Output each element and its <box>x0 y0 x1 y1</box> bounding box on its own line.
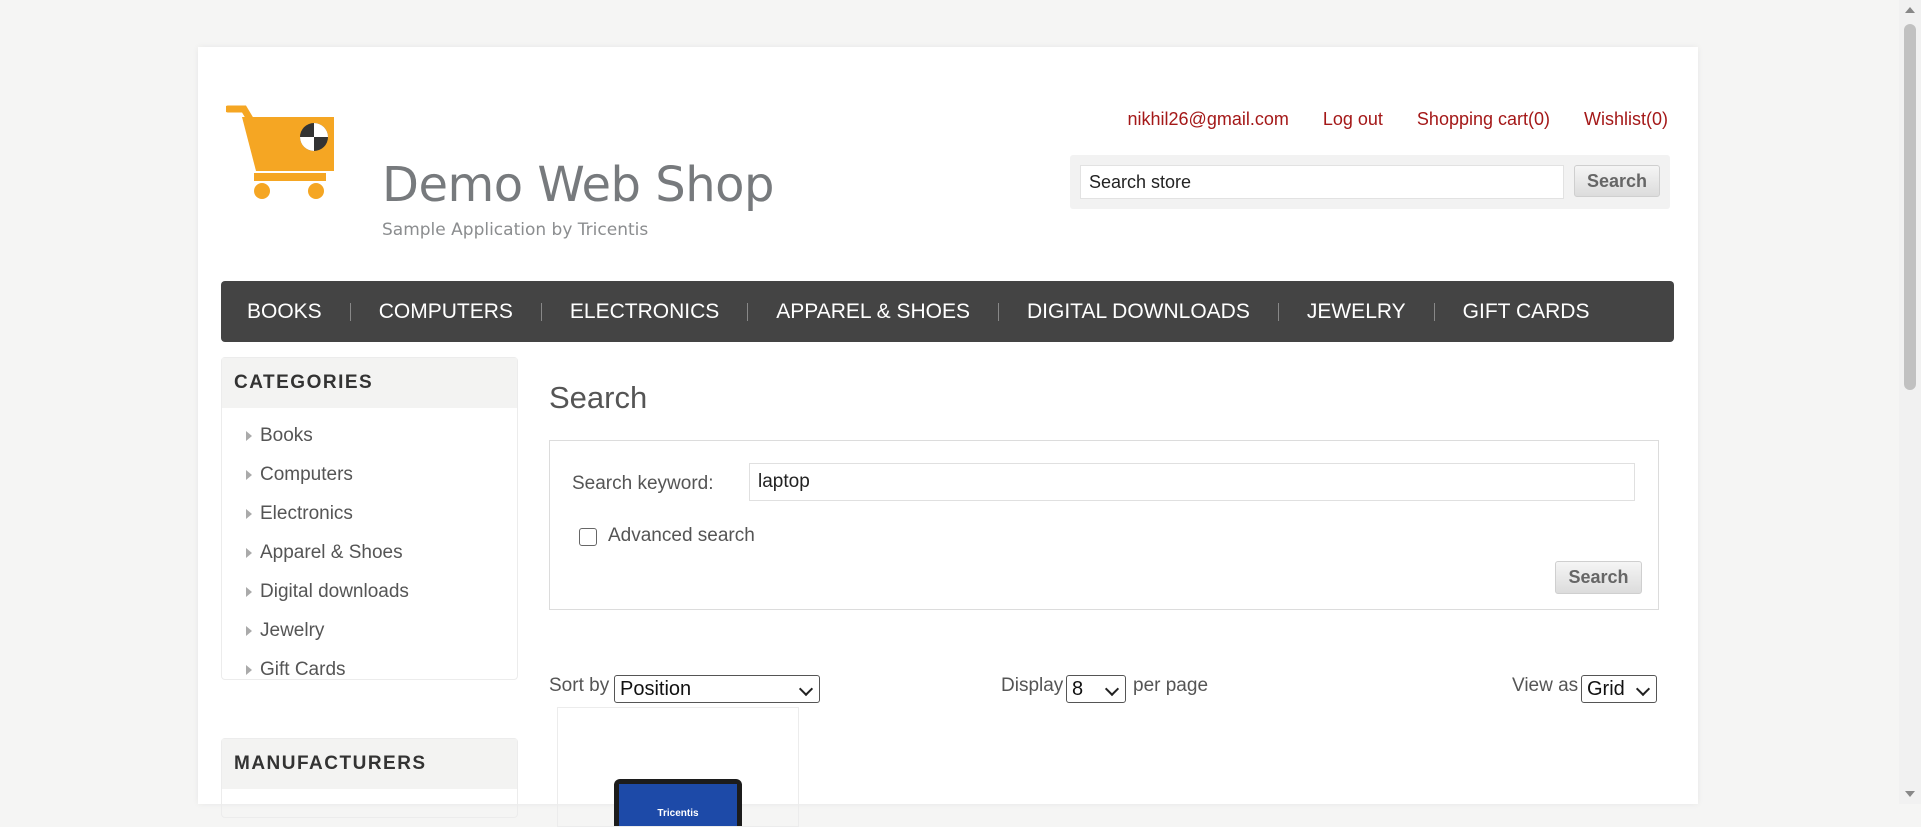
category-label: Gift Cards <box>260 658 346 680</box>
category-item-computers[interactable]: Computers <box>222 455 517 494</box>
screen-brand-text: Tricentis <box>657 808 699 819</box>
menu-item-gift-cards[interactable]: GIFT CARDS <box>1463 300 1590 324</box>
store-search-box: Search <box>1070 155 1670 209</box>
page-scrollbar[interactable] <box>1899 0 1921 804</box>
category-label: Books <box>260 424 313 446</box>
categories-title: CATEGORIES <box>222 358 517 408</box>
category-item-digital-downloads[interactable]: Digital downloads <box>222 572 517 611</box>
top-menu: BOOKS COMPUTERS ELECTRONICS APPAREL & SH… <box>221 281 1674 342</box>
page-size-value: 8 <box>1072 677 1084 700</box>
menu-separator <box>747 302 749 321</box>
store-search-button[interactable]: Search <box>1574 165 1660 197</box>
results-toolbar: Sort by Position Display 8 per page View… <box>549 673 1659 703</box>
page-container: Demo Web Shop Sample Application by Tric… <box>198 47 1698 827</box>
arrow-right-icon <box>246 664 252 675</box>
arrow-right-icon <box>246 469 252 480</box>
keyword-label: Search keyword: <box>572 473 714 494</box>
sort-by-value: Position <box>620 677 692 700</box>
arrow-right-icon <box>246 625 252 636</box>
category-item-apparel-shoes[interactable]: Apparel & Shoes <box>222 533 517 572</box>
manufacturers-title: MANUFACTURERS <box>222 739 517 789</box>
page-size-select[interactable]: 8 <box>1066 675 1126 703</box>
menu-item-electronics[interactable]: ELECTRONICS <box>570 300 719 324</box>
chevron-down-icon <box>1635 681 1651 697</box>
scroll-down-arrow-icon[interactable] <box>1905 791 1915 797</box>
menu-item-apparel-shoes[interactable]: APPAREL & SHOES <box>776 300 970 324</box>
categories-list: Books Computers Electronics Apparel & Sh… <box>222 408 517 695</box>
advanced-search-label[interactable]: Advanced search <box>608 525 755 547</box>
per-page-label: per page <box>1133 675 1209 696</box>
view-as-label: View as <box>1512 675 1579 696</box>
view-mode-select[interactable]: Grid <box>1581 675 1657 703</box>
category-item-jewelry[interactable]: Jewelry <box>222 611 517 650</box>
header-links: nikhil26@gmail.com Log out Shopping cart… <box>1128 109 1668 130</box>
manufacturers-block: MANUFACTURERS <box>221 738 518 818</box>
menu-separator <box>998 302 999 321</box>
scroll-up-arrow-icon[interactable] <box>1905 7 1915 13</box>
shopping-cart-logo-icon <box>226 105 334 199</box>
menu-separator <box>540 302 542 321</box>
menu-separator <box>1277 302 1279 321</box>
chevron-down-icon <box>1104 681 1120 697</box>
keyword-input[interactable] <box>749 463 1635 501</box>
menu-item-digital-downloads[interactable]: DIGITAL DOWNLOADS <box>1027 300 1250 324</box>
sort-by-select[interactable]: Position <box>614 675 820 703</box>
page-title: Search <box>549 380 648 415</box>
menu-item-jewelry[interactable]: JEWELRY <box>1307 300 1406 324</box>
arrow-right-icon <box>246 547 252 558</box>
arrow-right-icon <box>246 508 252 519</box>
wishlist-link[interactable]: Wishlist(0) <box>1584 109 1668 130</box>
category-label: Jewelry <box>260 619 325 641</box>
category-label: Apparel & Shoes <box>260 541 403 563</box>
search-button[interactable]: Search <box>1555 561 1642 594</box>
menu-separator <box>349 302 351 321</box>
chevron-down-icon <box>798 681 814 697</box>
account-link[interactable]: nikhil26@gmail.com <box>1128 109 1289 130</box>
arrow-right-icon <box>246 586 252 597</box>
scrollbar-thumb[interactable] <box>1904 24 1916 390</box>
category-item-books[interactable]: Books <box>222 416 517 455</box>
advanced-search-checkbox[interactable] <box>579 528 597 546</box>
logo-subtitle: Sample Application by Tricentis <box>382 220 649 240</box>
arrow-right-icon <box>246 430 252 441</box>
logo[interactable]: Demo Web Shop Sample Application by Tric… <box>226 103 775 243</box>
shopping-cart-link[interactable]: Shopping cart(0) <box>1417 109 1550 130</box>
view-mode-value: Grid <box>1587 677 1625 700</box>
categories-block: CATEGORIES Books Computers Electronics A… <box>221 357 518 680</box>
logo-title: Demo Web Shop <box>382 157 775 213</box>
sort-by-label: Sort by <box>549 675 610 696</box>
category-item-gift-cards[interactable]: Gift Cards <box>222 650 517 689</box>
category-item-electronics[interactable]: Electronics <box>222 494 517 533</box>
menu-separator <box>1433 302 1435 321</box>
menu-item-computers[interactable]: COMPUTERS <box>379 300 513 324</box>
laptop-product-image[interactable]: Tricentis <box>558 708 798 827</box>
search-panel: Search keyword: Advanced search Search <box>549 440 1659 610</box>
product-item[interactable]: Tricentis <box>557 707 799 827</box>
store-search-input[interactable] <box>1080 165 1564 199</box>
category-label: Digital downloads <box>260 580 409 602</box>
category-label: Electronics <box>260 502 353 524</box>
display-label: Display <box>1001 675 1064 696</box>
logout-link[interactable]: Log out <box>1323 109 1383 130</box>
category-label: Computers <box>260 463 353 485</box>
menu-item-books[interactable]: BOOKS <box>247 300 322 324</box>
